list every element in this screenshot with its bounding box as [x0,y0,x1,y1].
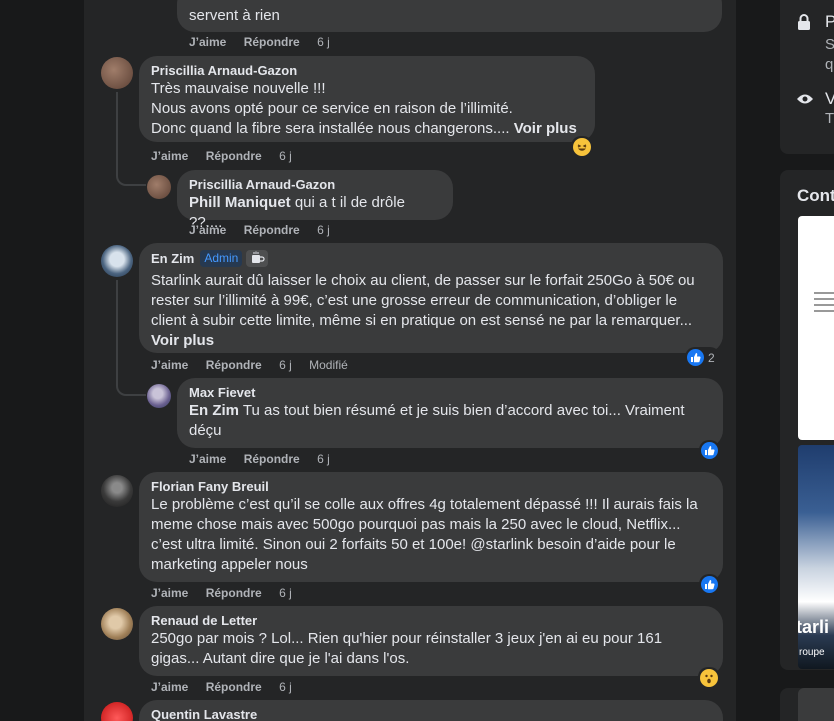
like-link[interactable]: J’aime [151,149,188,163]
comment-line: Très mauvaise nouvelle !!! [151,80,326,97]
comments-feed: servent à rien J’aime Répondre 6 j Prisc… [84,0,736,721]
reply-link[interactable]: Répondre [206,358,262,372]
reply-link[interactable]: Répondre [206,586,262,600]
reply-link[interactable]: Répondre [206,149,262,163]
reaction-count: 2 [708,350,715,365]
timestamp[interactable]: 6 j [279,149,292,163]
media-thumbnail[interactable]: tarli roupe [798,445,834,669]
eye-icon [796,92,814,110]
media-caption: roupe [799,647,825,658]
comment-actions: J’aime Répondre 6 j [151,148,306,164]
timestamp[interactable]: 6 j [317,35,330,49]
admin-badge: Admin [200,250,243,267]
thumbs-up-icon [687,349,704,366]
visibility-desc: T [825,110,834,127]
avatar[interactable] [147,175,171,199]
comment-bubble: Quentin Lavastre [139,700,723,721]
like-link[interactable]: J’aime [151,586,188,600]
like-link[interactable]: J’aime [189,35,226,49]
media-card: Cont tarli roupe [780,170,834,670]
visibility-title: V [825,89,834,108]
like-link[interactable]: J’aime [151,680,188,694]
thumbs-up-icon [701,576,718,593]
avatar[interactable] [101,57,133,89]
avatar[interactable] [101,702,133,721]
see-more-link[interactable]: Voir plus [514,120,577,137]
privacy-desc: S [825,36,834,53]
comment-line: Nous avons opté pour ce service en raiso… [151,100,513,117]
lock-icon [797,14,811,35]
mention-link[interactable]: En Zim [189,402,239,419]
like-link[interactable]: J’aime [189,223,226,237]
timestamp[interactable]: 6 j [317,223,330,237]
comment-author[interactable]: En Zim [151,251,194,267]
comment-text: Starlink aurait dû laisser le choix au c… [151,272,695,329]
like-link[interactable]: J’aime [151,358,188,372]
comment-text: Le problème c’est qu’il se colle aux off… [151,496,698,573]
coffee-cup-icon [246,250,269,267]
avatar[interactable] [101,608,133,640]
reaction-summary[interactable] [699,574,720,595]
mention-link[interactable]: Phill Maniquet [189,194,291,211]
avatar[interactable] [101,475,133,507]
comment-bubble: servent à rien [177,0,722,32]
reaction-summary[interactable] [571,136,593,158]
timestamp[interactable]: 6 j [317,452,330,466]
edited-label: Modifié [309,358,348,372]
thumbs-up-icon [701,442,718,459]
reply-link[interactable]: Répondre [244,35,300,49]
comment-text: Tu as tout bien résumé et je suis bien d… [189,402,685,439]
about-card: P S q V T [780,0,834,154]
reply-link[interactable]: Répondre [244,223,300,237]
reaction-summary[interactable] [699,440,720,461]
comment-author[interactable]: Max Fievet [189,385,711,401]
privacy-desc: q [825,56,834,73]
comment-actions: J’aime Répondre 6 j [151,585,306,601]
comment-actions: J’aime Répondre 6 j [189,451,344,467]
comment-bubble: Renaud de Letter 250go par mois ? Lol...… [139,606,723,676]
comment-bubble: Max Fievet En Zim Tu as tout bien résumé… [177,378,723,448]
comment-author[interactable]: Priscillia Arnaud-Gazon [189,177,441,193]
reply-link[interactable]: Répondre [244,452,300,466]
reaction-summary[interactable] [698,667,720,689]
comment-actions: J’aime Répondre 6 j [151,679,306,695]
laugh-emoji-icon [573,138,591,156]
timestamp[interactable]: 6 j [279,358,292,372]
comment-text: servent à rien [189,7,280,24]
comment-actions: J’aime Répondre 6 j [189,222,344,238]
reply-link[interactable]: Répondre [206,680,262,694]
media-section-title: Cont [797,186,834,205]
like-link[interactable]: J’aime [189,452,226,466]
comment-author[interactable]: Renaud de Letter [151,613,711,629]
timestamp[interactable]: 6 j [279,586,292,600]
see-more-link[interactable]: Voir plus [151,331,711,351]
comment-bubble: Florian Fany Breuil Le problème c’est qu… [139,472,723,582]
comment-author[interactable]: Quentin Lavastre [151,707,711,721]
comment-bubble: Priscillia Arnaud-Gazon Très mauvaise no… [139,56,595,142]
comment-text: 250go par mois ? Lol... Rien qu'hier pou… [151,630,663,667]
avatar[interactable] [101,245,133,277]
media-caption: tarli [798,617,830,637]
comment-actions: J’aime Répondre 6 j Modifié [151,357,362,373]
comment-author[interactable]: Priscillia Arnaud-Gazon [151,63,583,79]
comment-line: Donc quand la fibre sera installée nous … [151,120,577,137]
reaction-summary[interactable]: 2 [685,347,720,368]
avatar[interactable] [147,384,171,408]
comment-author[interactable]: Florian Fany Breuil [151,479,711,495]
timestamp[interactable]: 6 j [279,680,292,694]
comment-actions: J’aime Répondre 6 j [189,34,344,50]
comment-bubble: Priscillia Arnaud-Gazon Phill Maniquet q… [177,170,453,231]
privacy-title: P [825,12,834,31]
wow-emoji-icon [700,669,718,687]
media-thumbnail[interactable] [798,216,834,440]
comment-bubble: En Zim Admin Starlink aurait dû laisser … [139,243,723,353]
next-card [780,688,834,721]
